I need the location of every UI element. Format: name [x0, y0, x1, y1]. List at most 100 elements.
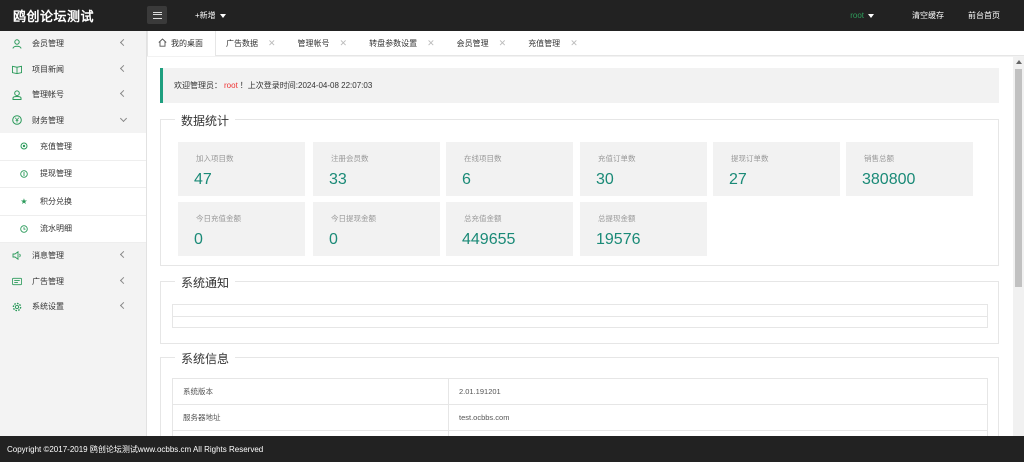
home-icon	[158, 38, 167, 49]
add-new-dropdown[interactable]: +新增	[195, 10, 226, 21]
scroll-up-icon[interactable]	[1016, 60, 1022, 64]
sidebar-subitem-label: 积分兑换	[40, 196, 72, 206]
stat-value: 27	[729, 171, 747, 188]
caret-down-icon	[219, 13, 226, 18]
top-right-nav: root 清空缓存 前台首页	[850, 10, 1000, 21]
stat-label: 在线项目数	[464, 154, 502, 163]
user-icon	[12, 39, 22, 49]
stat-label: 总充值金额	[464, 214, 502, 223]
close-icon[interactable]: ✕	[570, 38, 578, 49]
tab-my-desktop[interactable]: 我的桌面	[147, 31, 216, 56]
stat-value: 6	[462, 171, 471, 188]
table-row: 服务器地址 test.ocbbs.com	[172, 404, 988, 431]
sysinfo-value: test.ocbbs.com	[448, 404, 988, 431]
sidebar-item-label: 消息管理	[32, 251, 64, 261]
stat-label: 今日提现金额	[331, 214, 376, 223]
stat-value: 47	[194, 171, 212, 188]
tab-bar: 我的桌面 广告数据 ✕ 管理帐号 ✕ 转盘参数设置 ✕ 会员管理 ✕ 充值管理 …	[147, 31, 1024, 56]
tab-label: 广告数据	[226, 39, 258, 48]
sidebar-item-news[interactable]: 项目新闻	[0, 57, 146, 83]
sidebar-item-finance[interactable]: 财务管理	[0, 108, 146, 134]
sidebar-item-label: 系统设置	[32, 302, 64, 312]
sysinfo-key: 服务器地址	[172, 404, 449, 431]
close-icon[interactable]: ✕	[427, 38, 435, 49]
sidebar-item-admin-accounts[interactable]: 管理帐号	[0, 82, 146, 108]
yen-icon	[12, 115, 22, 126]
tab-label: 我的桌面	[171, 39, 203, 48]
stat-label: 加入项目数	[196, 154, 234, 163]
sidebar-subitem-label: 流水明细	[40, 224, 72, 234]
sidebar-subitem-withdraw[interactable]: 提现管理	[0, 160, 146, 188]
stat-value: 30	[596, 171, 614, 188]
tab-members[interactable]: 会员管理 ✕	[447, 31, 519, 56]
stats-title: 数据统计	[175, 112, 236, 129]
tab-recharge[interactable]: 充值管理 ✕	[518, 31, 590, 56]
stat-value: 449655	[462, 231, 516, 248]
user-menu[interactable]: root	[850, 11, 874, 20]
sidebar-item-settings[interactable]: 系统设置	[0, 294, 146, 320]
stat-card: 销售总额 380800	[846, 142, 973, 196]
sidebar-item-ads[interactable]: 广告管理	[0, 269, 146, 295]
tab-label: 充值管理	[528, 39, 561, 48]
hamburger-icon	[152, 11, 162, 19]
welcome-banner: 欢迎管理员： root ！上次登录时间:2024-04-08 22:07:03	[160, 68, 999, 103]
sysinfo-title: 系统信息	[175, 350, 236, 367]
add-new-label: +新增	[195, 11, 216, 20]
stat-card: 提现订单数 27	[713, 142, 840, 196]
welcome-suffix: ！上次登录时间:2024-04-08 22:07:03	[239, 81, 373, 90]
dot-icon	[20, 142, 28, 150]
sidebar-item-messages[interactable]: 消息管理	[0, 243, 146, 269]
close-icon[interactable]: ✕	[268, 38, 276, 49]
clear-cache-link[interactable]: 清空缓存	[912, 10, 944, 21]
speaker-icon	[12, 251, 22, 261]
gear-icon	[12, 302, 22, 312]
sidebar-item-members[interactable]: 会员管理	[0, 31, 146, 57]
stat-label: 销售总额	[864, 154, 894, 163]
front-home-link[interactable]: 前台首页	[968, 10, 1000, 21]
notice-list	[172, 304, 988, 328]
stat-card: 今日充值金额 0	[178, 202, 305, 256]
notice-divider	[173, 316, 987, 317]
stat-card: 总提现金额 19576	[580, 202, 707, 256]
sidebar-item-label: 广告管理	[32, 276, 64, 286]
close-icon[interactable]: ✕	[499, 38, 507, 49]
stats-panel: 数据统计 加入项目数 47 注册会员数 33 在线项目数 6 充值订单数 30 …	[160, 112, 999, 266]
sidebar-subitem-label: 充值管理	[40, 141, 72, 151]
ad-icon	[12, 276, 22, 286]
sysinfo-table: 系统版本 2.01.191201 服务器地址 test.ocbbs.com	[172, 378, 988, 436]
sidebar-subitem-flow[interactable]: 流水明细	[0, 215, 146, 243]
stat-value: 33	[329, 171, 347, 188]
chevron-left-icon	[119, 64, 128, 72]
stat-value: 19576	[596, 231, 641, 248]
sysinfo-panel: 系统信息 系统版本 2.01.191201 服务器地址 test.ocbbs.c…	[160, 350, 999, 436]
copyright-text: Copyright ©2017-2019 鸥创论坛测试www.ocbbs.cm …	[7, 444, 264, 454]
admin-icon	[12, 90, 22, 100]
app-logo[interactable]: 鸥创论坛测试	[13, 6, 94, 25]
table-row: 系统版本 2.01.191201	[172, 378, 988, 405]
book-icon	[12, 64, 22, 74]
chevron-left-icon	[119, 89, 128, 98]
scroll-thumb[interactable]	[1015, 69, 1022, 287]
menu-toggle-button[interactable]	[147, 6, 167, 24]
stat-label: 提现订单数	[731, 154, 769, 163]
chevron-left-icon	[119, 301, 128, 310]
close-icon[interactable]: ✕	[340, 38, 348, 49]
tab-admin-accounts[interactable]: 管理帐号 ✕	[288, 31, 360, 56]
sidebar-subitem-recharge[interactable]: 充值管理	[0, 133, 146, 161]
sidebar-subitem-points[interactable]: ★ 积分兑换	[0, 188, 146, 216]
stat-card: 充值订单数 30	[580, 142, 707, 196]
content-scrollbar[interactable]	[1013, 57, 1024, 436]
stat-card: 注册会员数 33	[313, 142, 440, 196]
chevron-down-icon	[119, 114, 128, 122]
stat-label: 总提现金额	[598, 214, 636, 223]
tab-wheel-settings[interactable]: 转盘参数设置 ✕	[359, 31, 447, 56]
caret-down-icon	[868, 13, 874, 18]
stat-card: 总充值金额 449655	[446, 202, 573, 256]
tab-ad-data[interactable]: 广告数据 ✕	[216, 31, 288, 56]
notice-title: 系统通知	[175, 274, 236, 291]
stat-card: 加入项目数 47	[178, 142, 305, 196]
user-name: root	[850, 11, 864, 20]
sidebar-item-label: 会员管理	[32, 39, 64, 49]
stat-label: 注册会员数	[331, 154, 369, 163]
chevron-left-icon	[119, 38, 128, 47]
